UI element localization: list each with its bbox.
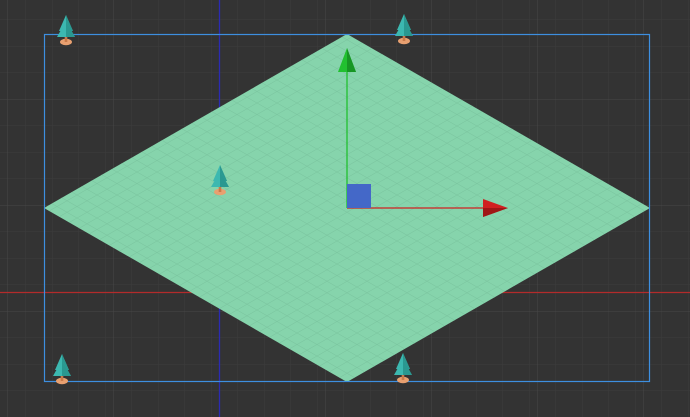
scene-viewport[interactable] (0, 0, 690, 417)
